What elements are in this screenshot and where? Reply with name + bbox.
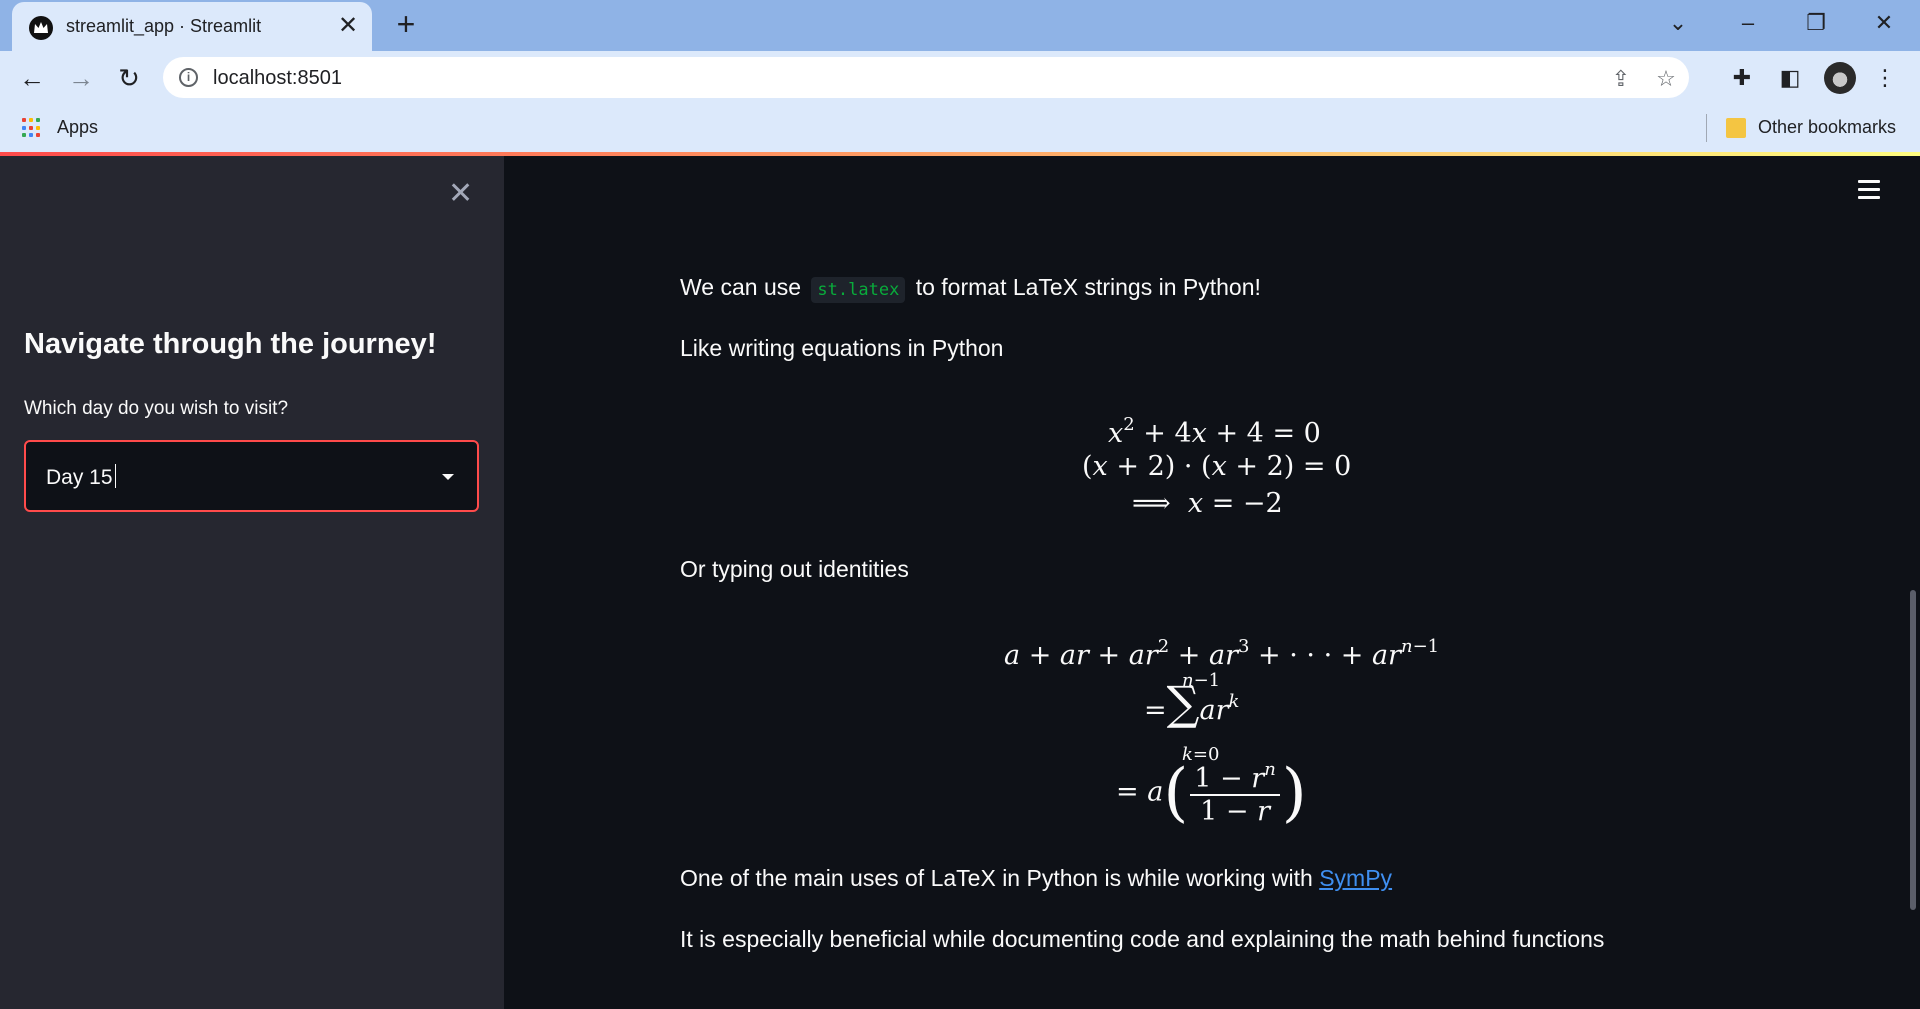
intro-text-after: to format LaTeX strings in Python!: [915, 274, 1261, 300]
site-info-icon[interactable]: i: [179, 68, 198, 87]
sidebar-close-icon[interactable]: ✕: [448, 176, 473, 211]
sympy-link[interactable]: SymPy: [1319, 865, 1392, 891]
identity-line-1: a + ar + ar2 + ar3 + · · · + arn−1: [1004, 636, 1440, 671]
bookmarks-bar: Apps Other bookmarks: [0, 104, 1920, 152]
scrollbar[interactable]: [1910, 590, 1916, 910]
paragraph-identities: Or typing out identities: [680, 556, 909, 582]
browser-tabbar: streamlit_app · Streamlit ✕ + ⌄ – ❐ ✕: [0, 0, 1920, 51]
window-close-icon[interactable]: ✕: [1866, 8, 1902, 38]
identity-line-3: = a(1 − rn 1 − r): [1116, 756, 1307, 830]
new-tab-icon[interactable]: +: [390, 8, 422, 41]
url-text[interactable]: localhost:8501: [213, 67, 342, 90]
reload-icon[interactable]: ↻: [113, 62, 145, 94]
bookmark-star-icon[interactable]: ☆: [1653, 66, 1679, 92]
paragraph-equations: Like writing equations in Python: [680, 335, 1004, 361]
equation-line-3: ⟹ x = −2: [1132, 488, 1283, 519]
folder-icon: [1726, 118, 1746, 138]
menu-icon[interactable]: [1858, 180, 1880, 199]
sympy-text: One of the main uses of LaTeX in Python …: [680, 865, 1313, 891]
extensions-icon[interactable]: ✚: [1727, 63, 1757, 93]
identity-line-2: n−1 = ∑ark k=0: [1144, 670, 1240, 765]
apps-grid-icon[interactable]: [22, 118, 42, 138]
day-select-value[interactable]: Day 15: [46, 464, 116, 490]
browser-tab[interactable]: streamlit_app · Streamlit ✕: [12, 2, 372, 51]
equation-line-1: x2 + 4x + 4 = 0: [1108, 414, 1321, 449]
bookmarks-divider: [1706, 114, 1707, 142]
minimize-icon[interactable]: –: [1730, 8, 1766, 38]
main-content: We can use st.latex to format LaTeX stri…: [504, 156, 1920, 1009]
intro-text-before: We can use: [680, 274, 802, 300]
address-bar[interactable]: i localhost:8501 ⇪ ☆: [163, 57, 1689, 98]
tab-search-icon[interactable]: ⌄: [1660, 8, 1696, 38]
share-icon[interactable]: ⇪: [1608, 66, 1634, 92]
paragraph-intro: We can use st.latex to format LaTeX stri…: [680, 274, 1261, 303]
inline-code: st.latex: [811, 277, 906, 303]
chevron-down-icon[interactable]: [442, 474, 454, 480]
browser-menu-icon[interactable]: ⋮: [1870, 63, 1900, 93]
streamlit-favicon-icon: [29, 16, 53, 40]
restore-icon[interactable]: ❐: [1798, 8, 1834, 38]
day-select[interactable]: Day 15: [24, 440, 479, 512]
back-icon[interactable]: ←: [16, 62, 48, 94]
apps-bookmark[interactable]: Apps: [57, 117, 98, 138]
sidebar: ✕ Navigate through the journey! Which da…: [0, 156, 504, 1009]
side-panel-icon[interactable]: ◧: [1775, 63, 1805, 93]
sidebar-heading: Navigate through the journey!: [24, 328, 437, 360]
browser-toolbar: ← → ↻ i localhost:8501 ⇪ ☆ ✚ ◧ ⋮: [0, 51, 1920, 104]
day-select-label: Which day do you wish to visit?: [24, 398, 289, 419]
forward-icon[interactable]: →: [65, 62, 97, 94]
equation-line-2: (x + 2) · (x + 2) = 0: [1082, 451, 1352, 482]
tab-close-icon[interactable]: ✕: [334, 12, 362, 40]
tab-title: streamlit_app · Streamlit: [66, 16, 262, 36]
paragraph-sympy: One of the main uses of LaTeX in Python …: [680, 865, 1392, 892]
paragraph-benefit: It is especially beneficial while docume…: [680, 926, 1605, 952]
other-bookmarks[interactable]: Other bookmarks: [1758, 117, 1896, 138]
profile-avatar[interactable]: [1824, 62, 1856, 94]
